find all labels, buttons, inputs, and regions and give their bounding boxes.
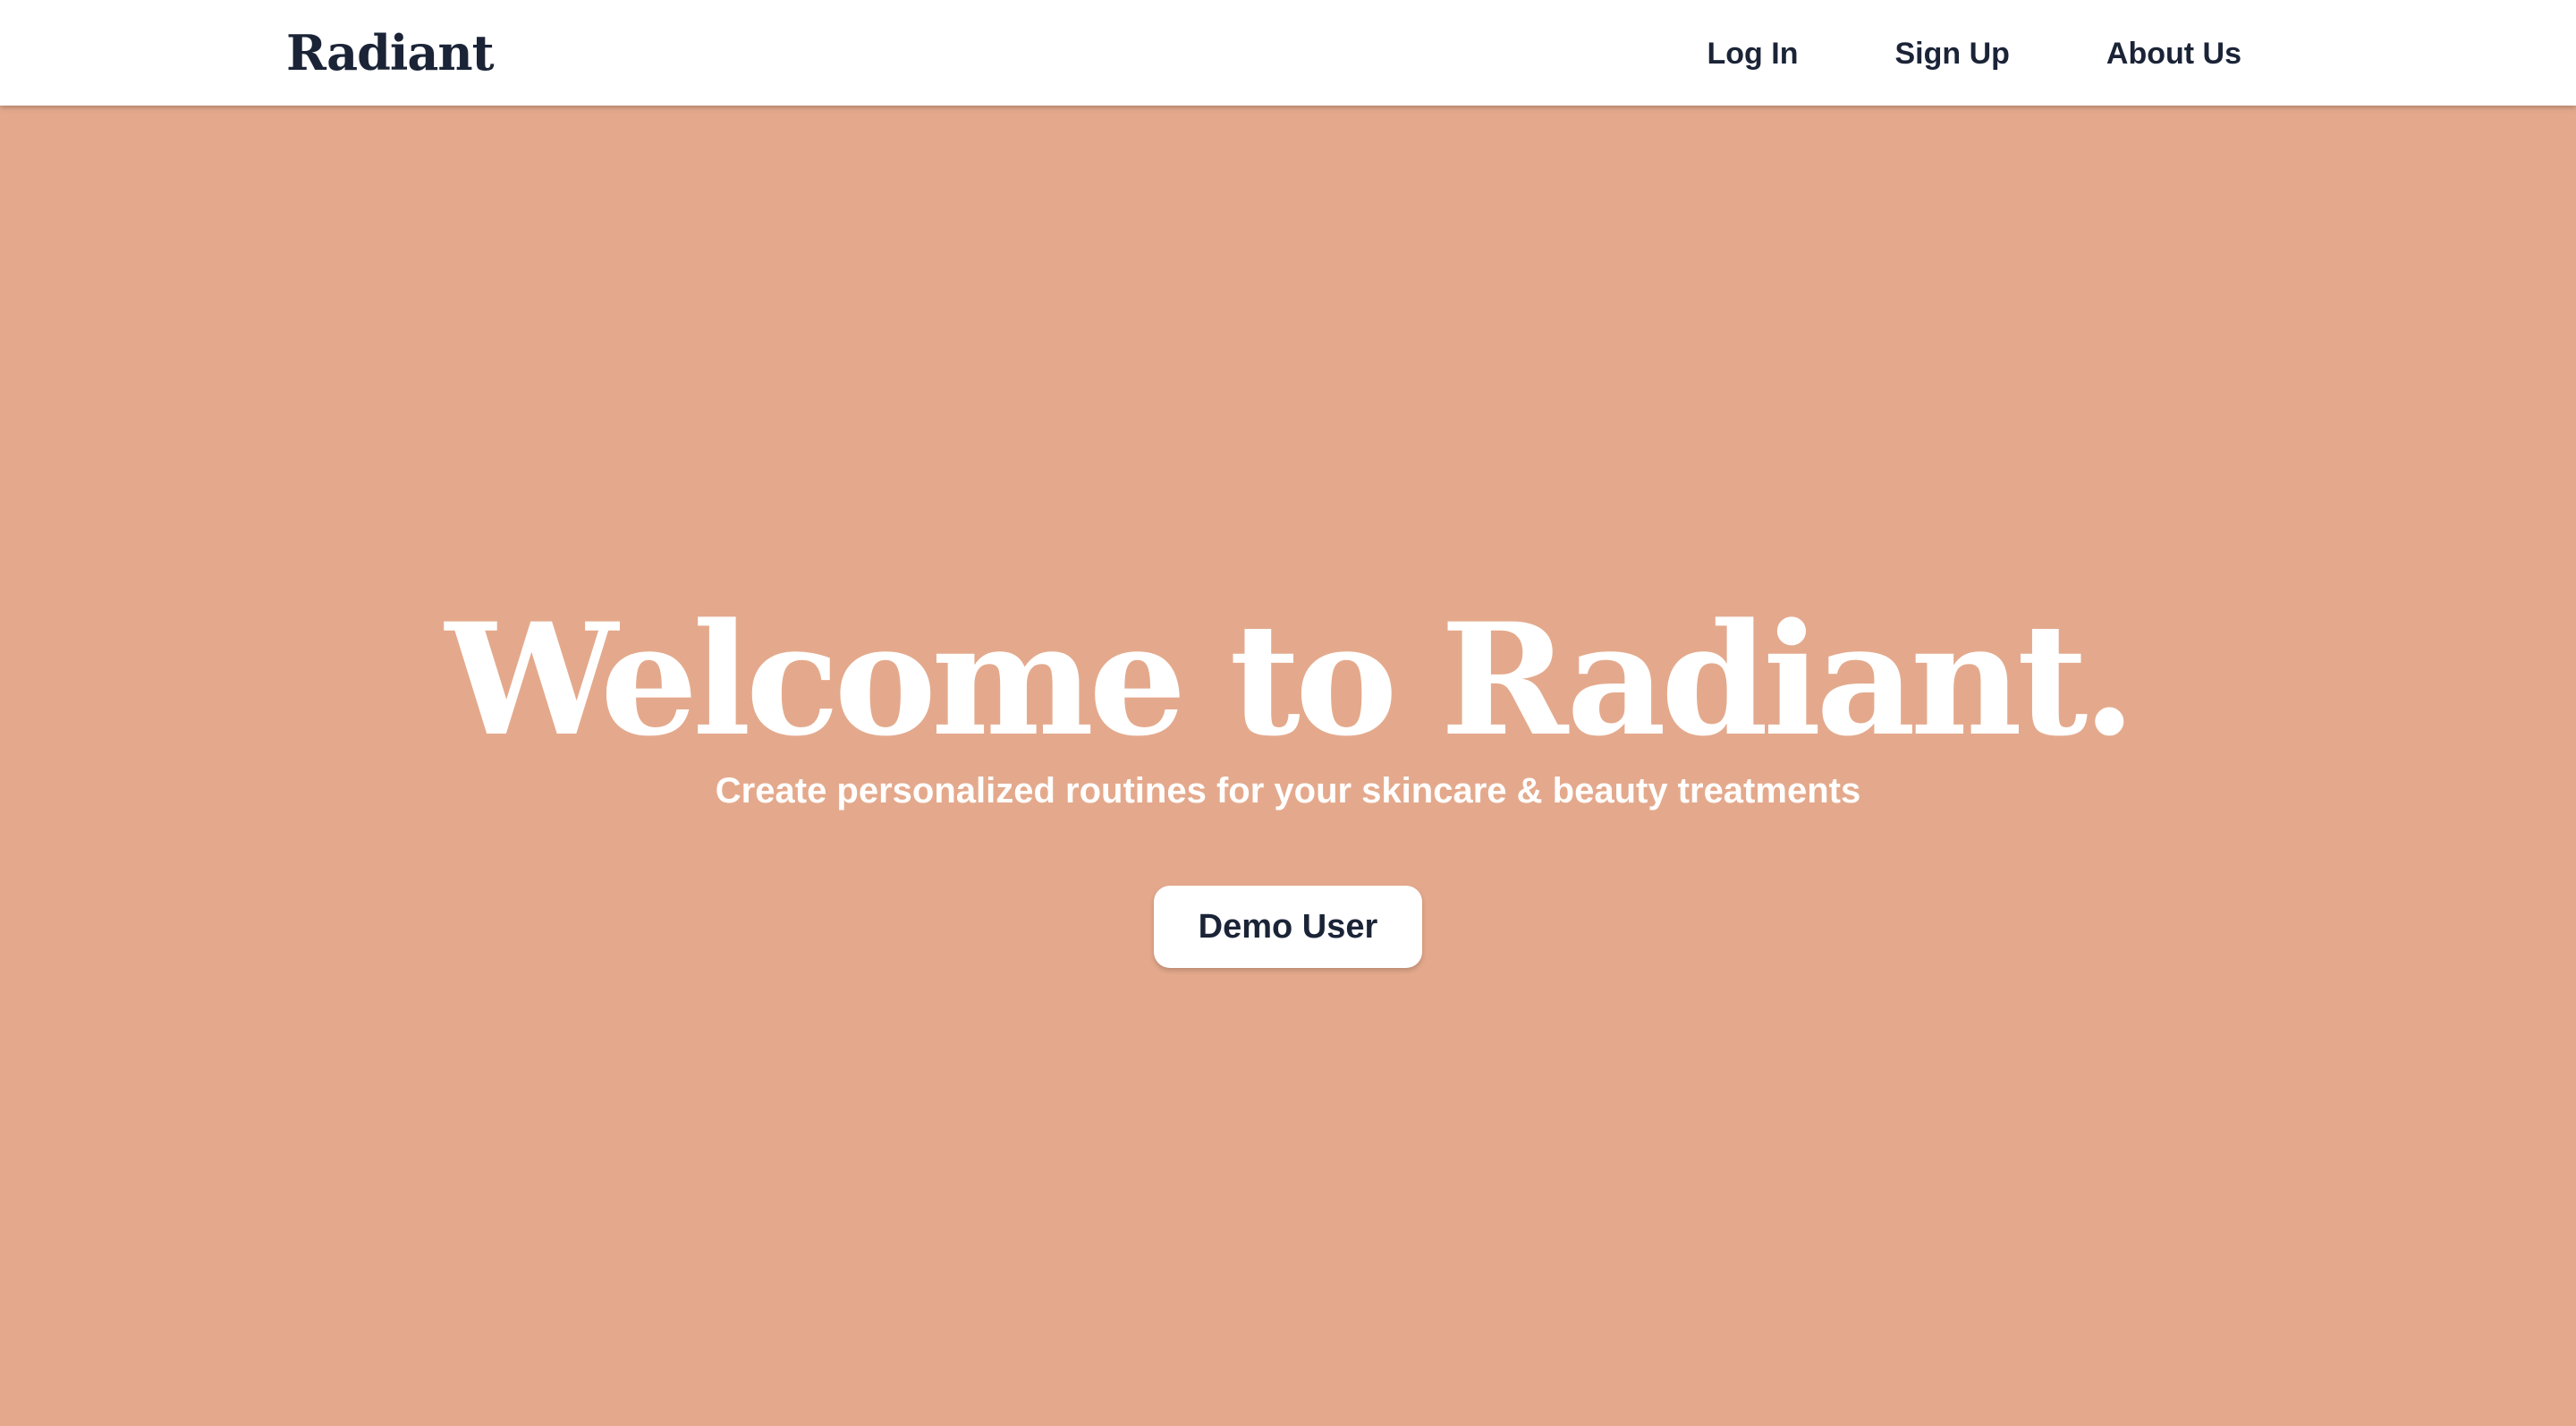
hero-subtitle: Create personalized routines for your sk… — [715, 771, 1861, 811]
hero-section: Welcome to Radiant. Create personalized … — [0, 106, 2576, 1426]
nav-links: Log In Sign Up About Us — [1707, 32, 2242, 75]
brand-logo[interactable]: Radiant — [286, 23, 495, 82]
demo-user-button[interactable]: Demo User — [1154, 886, 1422, 968]
login-link[interactable]: Log In — [1707, 32, 1799, 75]
signup-link[interactable]: Sign Up — [1894, 32, 2009, 75]
top-navbar: Radiant Log In Sign Up About Us — [0, 0, 2576, 106]
about-us-link[interactable]: About Us — [2106, 32, 2241, 75]
hero-title: Welcome to Radiant. — [445, 589, 2137, 770]
